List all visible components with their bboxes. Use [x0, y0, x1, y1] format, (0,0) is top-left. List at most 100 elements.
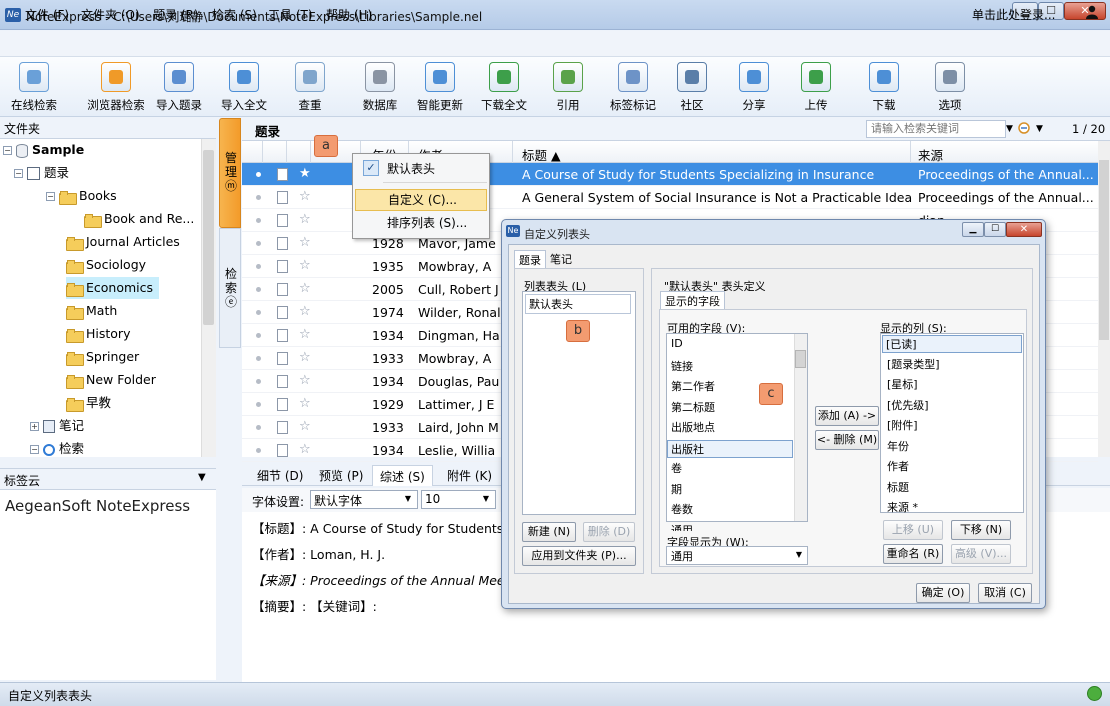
toolbar-button-1[interactable]: 浏览器检索 — [84, 57, 148, 117]
search-side-tab[interactable]: 检 索 ⓔ — [219, 228, 241, 348]
toolbar-button-6[interactable]: 智能更新 — [414, 57, 466, 117]
new-header-button[interactable]: 新建 (N) — [522, 522, 576, 542]
tag-cloud-text[interactable]: AegeanSoft NoteExpress — [5, 497, 190, 515]
search-dropdown-icon[interactable]: ▼ — [1006, 124, 1013, 134]
dialog-tab-records[interactable]: 题录 — [514, 250, 546, 269]
folder-tree-scroll-thumb[interactable] — [203, 150, 214, 325]
star-icon[interactable]: ☆ — [299, 281, 311, 296]
move-down-button[interactable]: 下移 (N) — [951, 520, 1011, 540]
dialog-maximize-button[interactable]: ☐ — [984, 222, 1006, 237]
filter-dropdown-icon[interactable]: ▼ — [1036, 124, 1043, 134]
star-icon[interactable]: ☆ — [299, 442, 311, 457]
toolbar-button-12[interactable]: 上传 — [796, 57, 836, 117]
tree-item-history[interactable]: History — [66, 323, 130, 345]
star-icon[interactable]: ☆ — [299, 235, 311, 250]
menu-file[interactable]: 文件 (F) — [25, 6, 69, 23]
available-field-item[interactable]: 出版地点 — [671, 419, 715, 435]
tree-item-economics[interactable]: Economics — [66, 277, 160, 299]
grid-scroll-thumb[interactable] — [1099, 160, 1109, 340]
shown-column-item[interactable]: 来源 * — [887, 499, 918, 515]
manage-side-tab[interactable]: 管 理 ⓜ — [219, 118, 241, 228]
star-icon[interactable]: ☆ — [299, 327, 311, 342]
star-icon[interactable]: ☆ — [299, 258, 311, 273]
star-icon[interactable]: ☆ — [299, 419, 311, 434]
login-link[interactable]: 单击此处登录... — [972, 6, 1055, 23]
delete-header-button[interactable]: 删除 (D) — [583, 522, 635, 542]
shown-column-item[interactable]: [题录类型] — [887, 356, 940, 372]
dialog-tab-notes[interactable]: 笔记 — [546, 250, 576, 268]
toolbar-button-2[interactable]: 导入题录 — [154, 57, 204, 117]
shown-column-item[interactable]: [优先级] — [887, 397, 929, 413]
collapse-icon[interactable]: − — [3, 146, 12, 155]
apply-to-folder-button[interactable]: 应用到文件夹 (P)... — [522, 546, 636, 566]
tree-item-journal-articles[interactable]: Journal Articles — [66, 231, 180, 253]
toolbar-button-9[interactable]: 标签标记 — [608, 57, 658, 117]
tree-item-sample[interactable]: − Sample — [0, 139, 84, 161]
shown-column-item[interactable]: [附件] — [887, 417, 918, 433]
user-icon[interactable] — [1085, 5, 1099, 19]
column-header-source[interactable]: 来源 — [918, 145, 943, 164]
toolbar-button-7[interactable]: 下载全文 — [478, 57, 530, 117]
toolbar-button-10[interactable]: 社区 — [672, 57, 712, 117]
shown-column-item[interactable]: [已读] — [882, 335, 1022, 353]
tree-item-books[interactable]: − Books — [46, 185, 117, 207]
filter-icon[interactable] — [1018, 121, 1032, 135]
toolbar-button-3[interactable]: 导入全文 — [218, 57, 270, 117]
dialog-close-button[interactable]: ✕ — [1006, 222, 1042, 237]
collapse-icon[interactable]: − — [46, 192, 55, 201]
toolbar-button-11[interactable]: 分享 — [734, 57, 774, 117]
toolbar-button-13[interactable]: 下载 — [864, 57, 904, 117]
display-as-select[interactable]: 通用 ▼ — [666, 546, 808, 565]
menu-folder[interactable]: 文件夹 (O) — [81, 6, 140, 23]
available-field-item[interactable]: ID — [671, 337, 683, 350]
available-field-item[interactable]: 第二标题 — [671, 399, 715, 415]
tree-item-math[interactable]: Math — [66, 300, 117, 322]
star-icon[interactable]: ☆ — [299, 350, 311, 365]
dropdown-arrow-icon[interactable]: ▼ — [198, 472, 206, 483]
shown-column-item[interactable]: [星标] — [887, 376, 918, 392]
toolbar-button-5[interactable]: 数据库 — [354, 57, 406, 117]
move-up-button[interactable]: 上移 (U) — [883, 520, 943, 540]
tag-cloud-header[interactable]: 标签云 ▼ — [0, 468, 216, 490]
ok-button[interactable]: 确定 (O) — [916, 583, 970, 603]
remove-field-button[interactable]: <- 删除 (M) — [815, 430, 879, 450]
toolbar-button-8[interactable]: 引用 — [548, 57, 588, 117]
menu-help[interactable]: 帮助 (H) — [326, 6, 372, 23]
menu-records[interactable]: 题录 (R) — [153, 6, 199, 23]
star-icon[interactable]: ☆ — [299, 373, 311, 388]
list-header-item-default[interactable]: 默认表头 — [525, 294, 631, 314]
tree-item-records[interactable]: − 题录 — [14, 162, 69, 184]
tree-item-notes[interactable]: + 笔记 — [30, 415, 84, 437]
shown-column-item[interactable]: 标题 — [887, 479, 909, 495]
cancel-button[interactable]: 取消 (C) — [978, 583, 1032, 603]
shown-column-item[interactable]: 作者 — [887, 458, 909, 474]
tab-summary[interactable]: 综述 (S) — [372, 465, 433, 486]
tab-attachments[interactable]: 附件 (K) — [440, 465, 499, 486]
search-input[interactable] — [866, 120, 1006, 138]
toolbar-button-0[interactable]: 在线检索 — [8, 57, 60, 117]
tree-item-book-and-re[interactable]: Book and Re... — [84, 208, 194, 230]
available-field-item[interactable]: 卷 — [671, 460, 682, 476]
star-icon[interactable]: ☆ — [299, 396, 311, 411]
menu-tools[interactable]: 工具 (T) — [268, 6, 313, 23]
collapse-icon[interactable]: − — [14, 169, 23, 178]
font-family-select[interactable]: 默认字体 ▼ — [310, 490, 418, 509]
tab-preview[interactable]: 预览 (P) — [312, 465, 370, 486]
toolbar-button-14[interactable]: 选项 — [930, 57, 970, 117]
menu-item-customize[interactable]: 自定义 (C)... — [355, 189, 487, 211]
available-field-item[interactable]: 第二作者 — [671, 378, 715, 394]
star-icon[interactable]: ☆ — [299, 212, 311, 227]
column-header-title[interactable]: 标题 ▲ — [522, 145, 561, 164]
toolbar-button-4[interactable]: 查重 — [290, 57, 330, 117]
available-fields-scroll-thumb[interactable] — [795, 350, 806, 368]
tab-details[interactable]: 细节 (D) — [250, 465, 310, 486]
available-field-item[interactable]: 期 — [671, 481, 682, 497]
tree-item-sociology[interactable]: Sociology — [66, 254, 146, 276]
available-field-item[interactable]: 出版社 — [667, 439, 793, 458]
expand-icon[interactable]: + — [30, 422, 39, 431]
star-icon[interactable]: ☆ — [299, 189, 311, 204]
star-icon[interactable]: ★ — [299, 166, 311, 181]
dialog-minimize-button[interactable]: ▁ — [962, 222, 984, 237]
tree-item-new-folder[interactable]: New Folder — [66, 369, 156, 391]
advanced-button[interactable]: 高级 (V)... — [951, 544, 1011, 564]
